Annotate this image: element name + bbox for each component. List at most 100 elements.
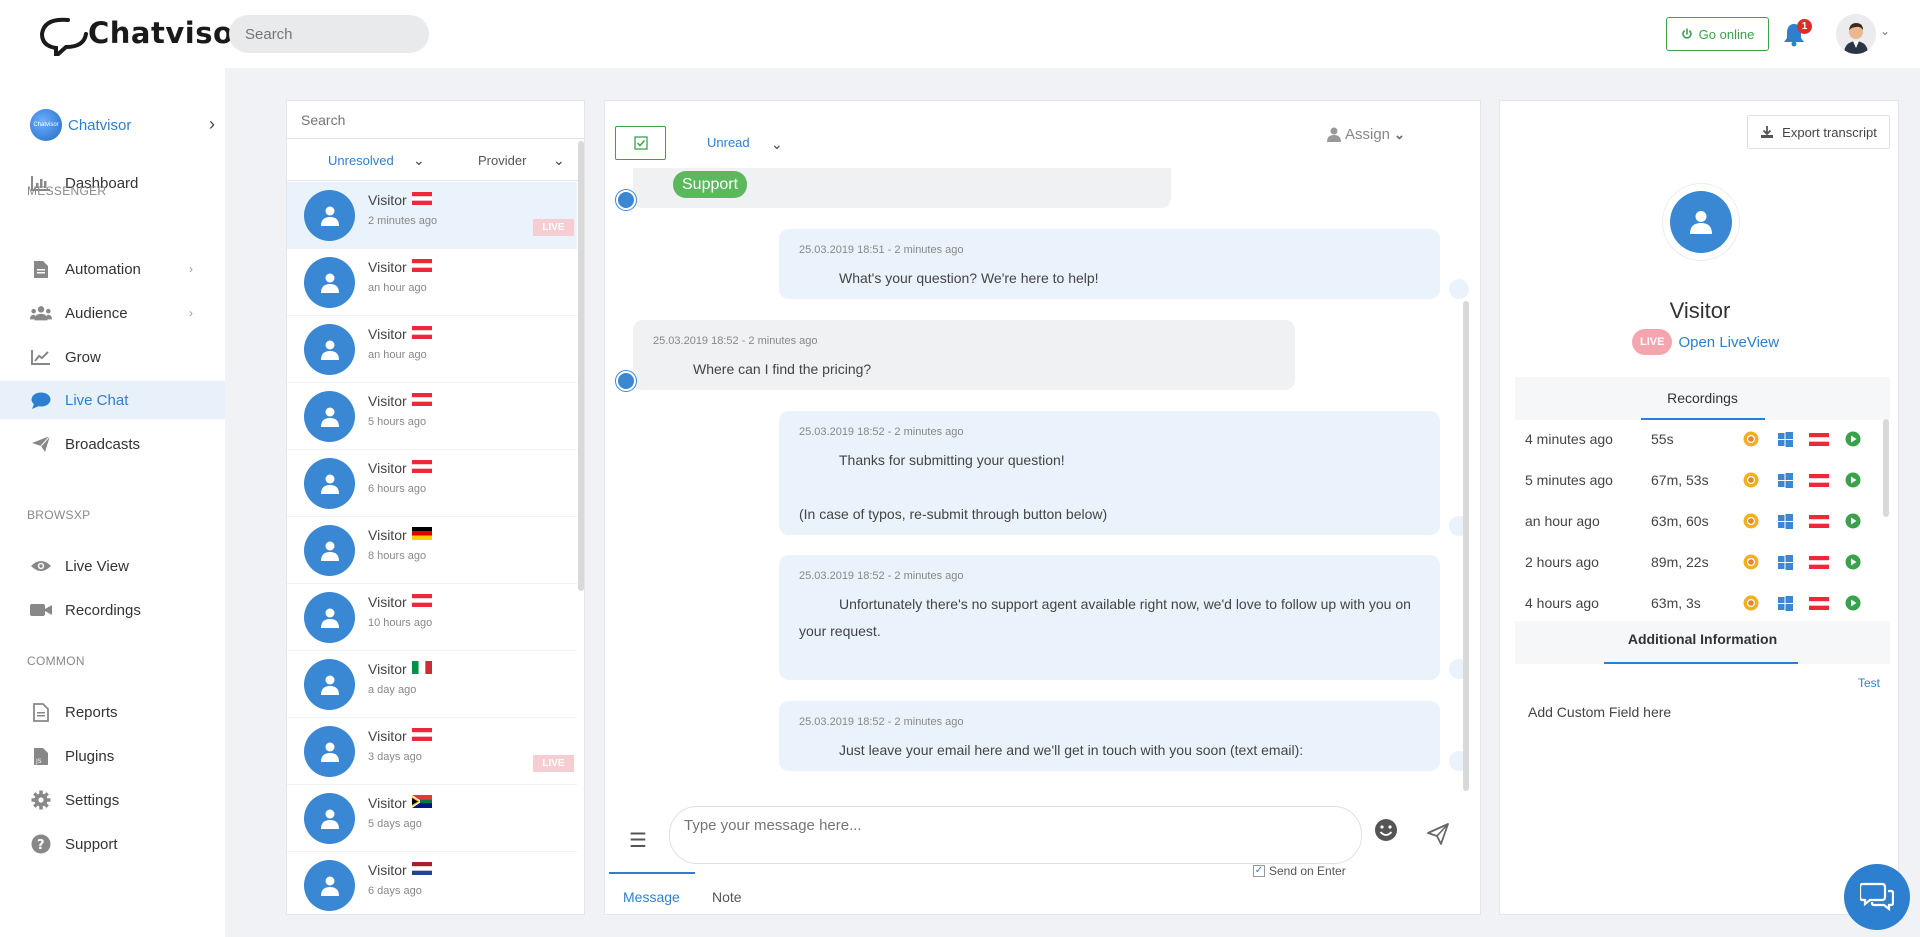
visitor-avatar [304,257,355,308]
recording-row[interactable]: an hour ago 63m, 60s [1525,501,1885,541]
send-on-enter-toggle[interactable]: ✓ Send on Enter [1253,864,1346,878]
visitor-search-input[interactable] [287,101,584,139]
austria-flag-icon [411,259,432,275]
austria-flag-icon [1809,594,1829,612]
support-tag[interactable]: Support [673,171,748,198]
recording-row[interactable]: 5 minutes ago 67m, 53s [1525,460,1885,500]
recording-row[interactable]: 4 minutes ago 55s [1525,419,1885,459]
visitor-list-item[interactable]: Visitor an hour ago [287,316,577,383]
sidebar-item-support[interactable]: ? Support [0,825,225,863]
sidebar-item-audience[interactable]: Audience › [0,294,225,332]
hamburger-menu-icon[interactable]: ☰ [629,828,647,853]
sidebar-item-label: Reports [65,703,118,721]
provider-filter-dropdown[interactable]: Provider [478,153,526,168]
assign-dropdown[interactable]: Assign ⌄ [1327,126,1405,143]
user-avatar[interactable] [1836,14,1876,54]
test-link[interactable]: Test [1858,676,1880,690]
tab-message[interactable]: Message [623,889,680,905]
user-menu-chevron-icon[interactable]: ⌄ [1880,24,1890,38]
live-badge: LIVE [1632,329,1673,355]
visitor-list-item[interactable]: Visitor 8 hours ago [287,517,577,584]
sidebar-item-plugins[interactable]: JS Plugins [0,737,225,775]
sidebar-item-settings[interactable]: Settings [0,781,225,819]
visitor-last-seen: 6 hours ago [368,483,427,495]
visitor-avatar [304,860,355,911]
chat-scrollbar[interactable] [1463,301,1469,791]
recording-row[interactable]: 2 hours ago 89m, 22s [1525,542,1885,582]
visitor-list-item[interactable]: Visitor 10 hours ago [287,584,577,651]
sidebar-item-label: Live View [65,557,129,575]
go-online-button[interactable]: Go online [1666,17,1769,51]
user-portrait-icon [1836,14,1876,54]
sidebar-item-live-chat[interactable]: Live Chat [0,381,225,419]
chevron-down-icon[interactable]: ⌄ [771,136,783,153]
message-text: Where can I find the pricing? [693,361,872,377]
play-icon[interactable] [1843,471,1863,489]
visitor-avatar [304,726,355,777]
chatvisor-logo[interactable]: Chatvisor [38,14,248,61]
add-custom-field-link[interactable]: Add Custom Field here [1528,704,1671,720]
workspace-switcher[interactable]: Chatvisor Chatvisor › [30,108,215,142]
message-bubble-outgoing: 25.03.2019 18:52 - 2 minutes ago Thanks … [779,411,1440,535]
sidebar-item-label: Support [65,835,118,853]
tab-note[interactable]: Note [712,889,742,905]
left-sidebar: Chatvisor Chatvisor › Dashboard MESSENGE… [0,68,225,937]
chevron-right-icon: › [209,114,215,134]
chat-panel: Unread ⌄ Assign ⌄ Support 25.03.2019 18:… [604,100,1481,915]
visitor-list-scrollbar[interactable] [578,141,584,591]
send-icon[interactable] [1427,823,1449,845]
active-tab-indicator [609,872,695,874]
sidebar-item-broadcasts[interactable]: Broadcasts [0,425,225,463]
chevron-down-icon[interactable]: ⌄ [553,152,565,169]
status-filter-dropdown[interactable]: Unresolved [328,153,394,168]
recordings-scrollbar[interactable] [1883,419,1889,517]
visitor-list-item[interactable]: Visitor an hour ago [287,249,577,316]
recordings-tab-header[interactable]: Recordings [1515,377,1890,420]
visitor-list-item[interactable]: Visitor 6 days ago [287,852,577,914]
visitor-list-item[interactable]: Visitor 2 minutes ago LIVE [287,182,577,249]
checkbox[interactable]: ✓ [1253,865,1265,877]
visitor-list-item[interactable]: Visitor a day ago [287,651,577,718]
notifications-button[interactable]: 1 [1782,18,1812,48]
visitor-list-item[interactable]: Visitor 5 days ago [287,785,577,852]
person-icon [320,541,339,561]
visitor-list-item[interactable]: Visitor 3 days ago LIVE [287,718,577,785]
sidebar-item-live-view[interactable]: Live View [0,547,225,585]
play-icon[interactable] [1843,512,1863,530]
recording-duration: 55s [1651,431,1674,447]
windows-os-icon [1775,430,1795,448]
visitor-info-panel: Export transcript Visitor LIVE Open Live… [1499,100,1899,915]
visitor-list-item[interactable]: Visitor 5 hours ago [287,383,577,450]
netherlands-flag-icon [411,862,432,878]
windows-os-icon [1775,512,1795,530]
submenu-chevron-icon: › [189,262,193,276]
austria-flag-icon [411,393,432,409]
recording-row[interactable]: 4 hours ago 63m, 3s [1525,583,1885,623]
export-transcript-button[interactable]: Export transcript [1747,115,1890,149]
open-liveview-link[interactable]: Open LiveView [1678,334,1779,351]
question-circle-icon: ? [30,834,52,854]
live-badge: LIVE [533,219,574,236]
play-icon[interactable] [1843,553,1863,571]
sidebar-item-automation[interactable]: Automation › [0,250,225,288]
message-input[interactable] [669,806,1362,864]
emoji-icon[interactable] [1373,817,1399,843]
message-bubble-outgoing: 25.03.2019 18:52 - 2 minutes ago Unfortu… [779,555,1440,680]
additional-info-tab-header[interactable]: Additional Information [1515,621,1890,664]
unread-filter-dropdown[interactable]: Unread [707,135,750,150]
play-icon[interactable] [1843,430,1863,448]
sidebar-item-grow[interactable]: Grow [0,338,225,376]
sidebar-item-recordings[interactable]: Recordings [0,591,225,629]
visitor-last-seen: a day ago [368,684,417,696]
visitor-filter-bar: Unresolved ⌄ Provider ⌄ [287,139,584,181]
sidebar-item-reports[interactable]: Reports [0,693,225,731]
person-icon [320,742,339,762]
play-icon[interactable] [1843,594,1863,612]
global-search-input[interactable] [229,15,429,53]
chevron-down-icon[interactable]: ⌄ [413,152,425,169]
visitor-list-item[interactable]: Visitor 6 hours ago [287,450,577,517]
chat-widget-button[interactable] [1844,864,1910,930]
resolve-button[interactable] [615,126,666,160]
eye-icon [30,557,52,575]
message-bubble-outgoing: 25.03.2019 18:51 - 2 minutes ago What's … [779,229,1440,299]
